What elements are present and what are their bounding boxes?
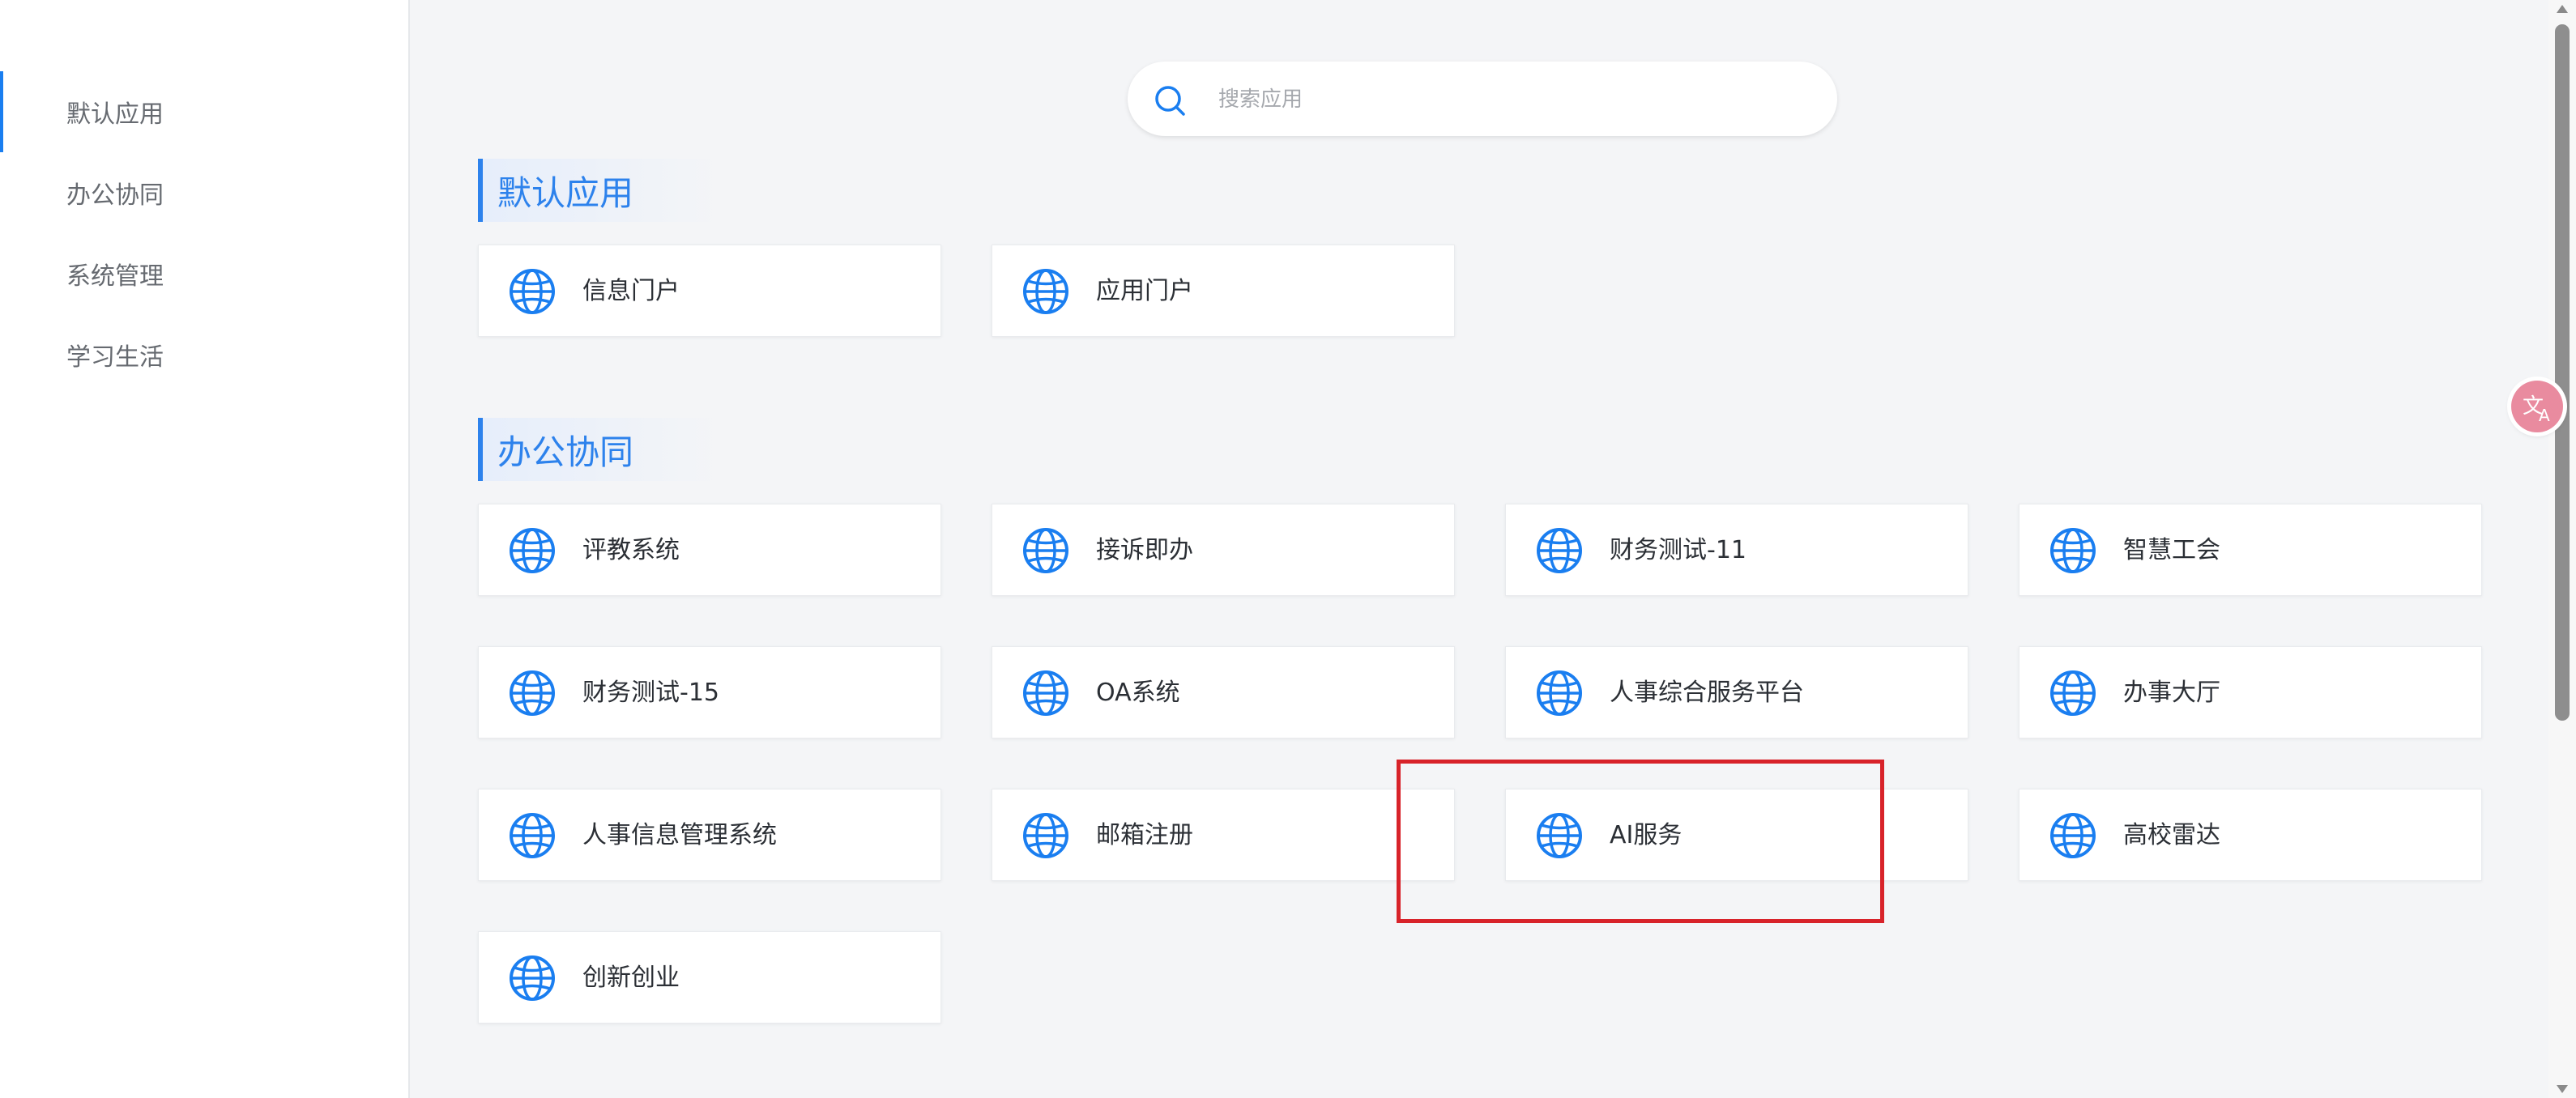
- search-bar[interactable]: [1128, 62, 1837, 136]
- section-title-default-apps: 默认应用: [478, 159, 721, 222]
- globe-icon: [2049, 526, 2097, 575]
- translate-icon: 文 A: [2523, 394, 2550, 425]
- app-card-label: 邮箱注册: [1096, 821, 1193, 849]
- app-card-label: 人事信息管理系统: [582, 821, 777, 849]
- app-card[interactable]: 高校雷达: [2019, 789, 2482, 881]
- globe-icon: [1021, 526, 1070, 575]
- sidebar-item-label: 学习生活: [66, 343, 164, 372]
- sidebar-item-system-management[interactable]: 系统管理: [0, 233, 408, 314]
- globe-icon: [1021, 811, 1070, 860]
- app-card-label: 创新创业: [582, 964, 680, 992]
- section-title-office-collaboration: 办公协同: [478, 418, 721, 481]
- scroll-down-arrow-icon[interactable]: [2557, 1085, 2568, 1093]
- scroll-thumb[interactable]: [2555, 24, 2570, 721]
- app-card-label: 信息门户: [582, 277, 680, 305]
- app-card-label: 评教系统: [582, 536, 680, 564]
- app-center: 默认应用 信息门户 应用门户 办公协同 评教系统 接诉即办 财务测试-11 智慧工会财务…: [410, 0, 2548, 1098]
- globe-icon: [1535, 526, 1584, 575]
- app-card-label: 高校雷达: [2123, 821, 2220, 849]
- app-card[interactable]: 办事大厅: [2019, 646, 2482, 738]
- app-card[interactable]: 应用门户: [992, 245, 1455, 337]
- app-card[interactable]: 财务测试-11: [1505, 504, 1968, 596]
- globe-icon: [508, 811, 557, 860]
- app-card[interactable]: 人事信息管理系统: [478, 789, 941, 881]
- globe-icon: [2049, 811, 2097, 860]
- globe-icon: [1535, 669, 1584, 717]
- app-card-label: 办事大厅: [2123, 679, 2220, 707]
- app-card-label: OA系统: [1096, 679, 1180, 707]
- app-card-label: 财务测试-11: [1610, 536, 1746, 564]
- sidebar-item-study-life[interactable]: 学习生活: [0, 314, 408, 395]
- app-card[interactable]: 智慧工会: [2019, 504, 2482, 596]
- sidebar-item-default-apps[interactable]: 默认应用: [0, 71, 408, 152]
- app-card-label: AI服务: [1610, 821, 1683, 849]
- sidebar-item-label: 系统管理: [66, 262, 164, 291]
- globe-icon: [2049, 669, 2097, 717]
- app-card-label: 财务测试-15: [582, 679, 719, 707]
- globe-icon: [508, 526, 557, 575]
- app-card[interactable]: OA系统: [992, 646, 1455, 738]
- app-card[interactable]: 接诉即办: [992, 504, 1455, 596]
- globe-icon: [1021, 669, 1070, 717]
- search-icon: [1155, 86, 1185, 116]
- sidebar: 默认应用 办公协同 系统管理 学习生活: [0, 0, 410, 1098]
- app-card[interactable]: 邮箱注册: [992, 789, 1455, 881]
- translate-button[interactable]: 文 A: [2511, 381, 2563, 432]
- app-card-label: 应用门户: [1096, 277, 1193, 305]
- app-card[interactable]: 创新创业: [478, 931, 941, 1024]
- app-card-label: 智慧工会: [2123, 536, 2220, 564]
- sidebar-item-label: 办公协同: [66, 181, 164, 210]
- vertical-scrollbar[interactable]: [2548, 0, 2576, 1098]
- globe-icon: [1021, 267, 1070, 316]
- globe-icon: [1535, 811, 1584, 860]
- app-card-label: 人事综合服务平台: [1610, 679, 1804, 707]
- app-card[interactable]: AI服务: [1505, 789, 1968, 881]
- app-card[interactable]: 人事综合服务平台: [1505, 646, 1968, 738]
- globe-icon: [508, 669, 557, 717]
- scroll-up-arrow-icon[interactable]: [2557, 5, 2568, 13]
- app-card[interactable]: 财务测试-15: [478, 646, 941, 738]
- search-input[interactable]: [1217, 76, 1803, 123]
- sidebar-item-office-collaboration[interactable]: 办公协同: [0, 152, 408, 233]
- svg-text:A: A: [2539, 406, 2550, 425]
- app-card[interactable]: 评教系统: [478, 504, 941, 596]
- globe-icon: [508, 954, 557, 1002]
- app-card[interactable]: 信息门户: [478, 245, 941, 337]
- app-card-label: 接诉即办: [1096, 536, 1193, 564]
- sidebar-item-label: 默认应用: [66, 100, 164, 129]
- globe-icon: [508, 267, 557, 316]
